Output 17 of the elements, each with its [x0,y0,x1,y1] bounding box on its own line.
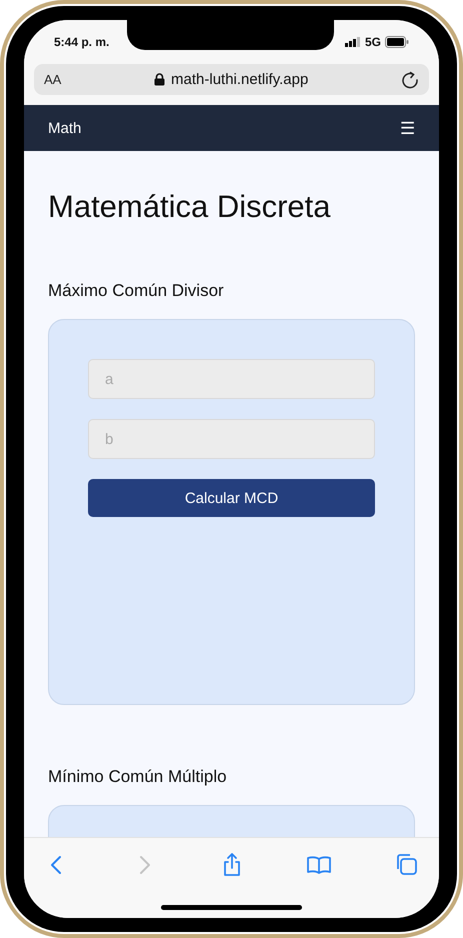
calculate-button[interactable]: Calcular MCD [88,479,375,517]
network-label: 5G [364,35,381,49]
signal-icon [344,37,361,47]
page-title: Matemática Discreta [48,189,332,225]
status-time: 5:44 p. m. [54,35,110,49]
input-field[interactable]: a [88,359,375,399]
text-size-button[interactable]: AA [44,72,62,87]
section-heading: Mínimo Común Múltiplo [48,767,228,787]
brand-link[interactable]: Math [48,120,82,136]
input-field[interactable]: b [88,419,375,459]
address-bar[interactable]: AA math-luthi.netlify.app [34,64,429,95]
url-text: math-luthi.netlify.app [171,71,308,88]
reload-icon[interactable] [400,70,419,88]
section-heading: Máximo Común Divisor [48,281,225,301]
battery-icon [385,36,409,48]
menu-icon[interactable]: ☰ [400,118,415,138]
lock-icon [154,73,166,86]
